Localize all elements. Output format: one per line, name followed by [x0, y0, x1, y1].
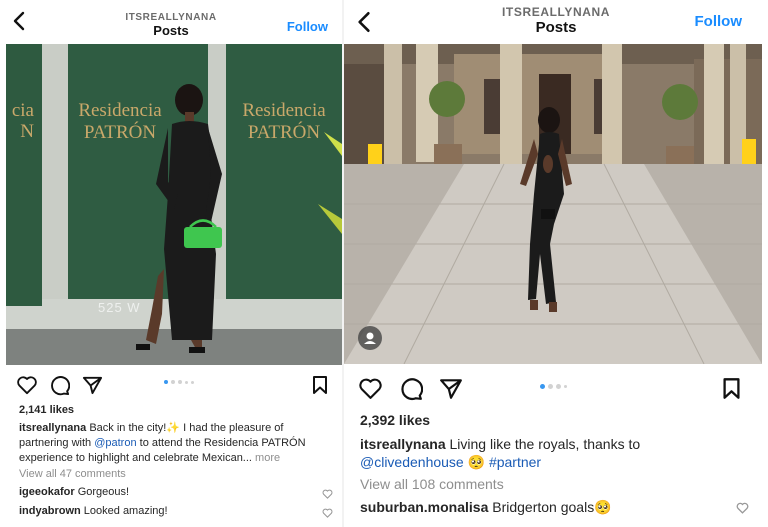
mention-link[interactable]: @clivedenhouse — [360, 454, 464, 470]
post-photo[interactable] — [344, 44, 762, 364]
caption-text: Living like the royals, thanks to — [449, 436, 641, 452]
carousel-dot-active — [540, 384, 545, 389]
follow-button[interactable]: Follow — [695, 13, 743, 30]
carousel-dot-active — [164, 380, 168, 384]
caption-username[interactable]: itsreallynana — [360, 436, 446, 452]
address-number: 525 W — [98, 300, 141, 315]
sign-line2: PATRÓN — [247, 122, 321, 143]
comment-username[interactable]: igeeokafor — [19, 486, 75, 498]
carousel-dot — [178, 380, 182, 384]
comment-text: Gorgeous! — [77, 486, 130, 498]
comment-icon[interactable] — [399, 377, 423, 401]
sign-line1: Residencia — [78, 100, 162, 121]
carousel-dot — [185, 380, 188, 384]
share-icon[interactable] — [439, 377, 463, 400]
sign-right: Residencia PATRÓN — [226, 100, 342, 144]
comment-text: Looked amazing! — [83, 505, 168, 517]
comment-item: indyabrown Looked amazing! — [19, 505, 168, 517]
user-tag-icon[interactable] — [358, 326, 382, 350]
sign-left-partial: cia N — [6, 100, 34, 142]
carousel-dot — [556, 384, 561, 389]
sparkle-emoji: ✨ — [166, 422, 181, 434]
carousel-dot — [171, 380, 175, 384]
comment-item: igeeokafor Gorgeous! — [19, 486, 129, 498]
carousel-indicator — [164, 380, 194, 384]
post-caption: itsreallynana Back in the city!✨ I had t… — [19, 421, 329, 466]
caption-username[interactable]: itsreallynana — [19, 422, 86, 434]
comment-icon[interactable] — [49, 375, 70, 396]
comment-heart-icon[interactable] — [322, 508, 333, 518]
comment-username[interactable]: suburban.monalisa — [360, 499, 488, 515]
post-left: ITSREALLYNANA Posts Follow cia N Residen… — [0, 0, 342, 527]
comment-username[interactable]: indyabrown — [19, 505, 81, 517]
comment-item: suburban.monalisa Bridgerton goals🥺 — [360, 499, 612, 516]
carousel-dot — [548, 384, 553, 389]
share-icon[interactable] — [82, 375, 103, 395]
post-right: ITSREALLYNANA Posts Follow 2,392 likes i… — [344, 0, 768, 527]
comment-text: Bridgerton goals — [492, 499, 595, 515]
comment-heart-icon[interactable] — [736, 502, 749, 514]
caption-emoji: 🥺 — [467, 454, 486, 470]
post-actions — [344, 374, 768, 404]
likes-count[interactable]: 2,392 likes — [360, 412, 430, 428]
bookmark-icon[interactable] — [312, 375, 328, 395]
post-actions — [0, 372, 342, 402]
carousel-dot — [191, 380, 194, 384]
heart-icon[interactable] — [358, 377, 383, 400]
sign-partial-line1: cia — [11, 100, 34, 121]
bookmark-icon[interactable] — [722, 377, 741, 400]
post-header: ITSREALLYNANA Posts Follow — [344, 0, 768, 44]
sign-line1: Residencia — [242, 100, 326, 121]
sign-center: Residencia PATRÓN — [70, 100, 170, 144]
view-all-comments[interactable]: View all 47 comments — [19, 468, 126, 480]
carousel-indicator — [540, 384, 567, 389]
caption-text: Back in the city! — [89, 422, 167, 434]
sign-partial-line2: N — [20, 121, 34, 142]
post-photo[interactable]: cia N Residencia PATRÓN Residencia PATRÓ… — [6, 44, 342, 365]
more-link[interactable]: more — [255, 452, 280, 464]
post-caption: itsreallynana Living like the royals, th… — [360, 435, 755, 471]
heart-icon[interactable] — [16, 375, 38, 395]
view-all-comments[interactable]: View all 108 comments — [360, 476, 504, 492]
carousel-dot — [564, 385, 567, 388]
hashtag-link[interactable]: #partner — [489, 454, 541, 470]
sign-line2: PATRÓN — [83, 122, 157, 143]
comment-emoji: 🥺 — [594, 499, 612, 515]
likes-count[interactable]: 2,141 likes — [19, 404, 74, 416]
follow-button[interactable]: Follow — [287, 19, 328, 34]
comment-heart-icon[interactable] — [322, 489, 333, 499]
mention-link[interactable]: @patron — [94, 437, 136, 449]
post-header: ITSREALLYNANA Posts Follow — [0, 0, 342, 44]
